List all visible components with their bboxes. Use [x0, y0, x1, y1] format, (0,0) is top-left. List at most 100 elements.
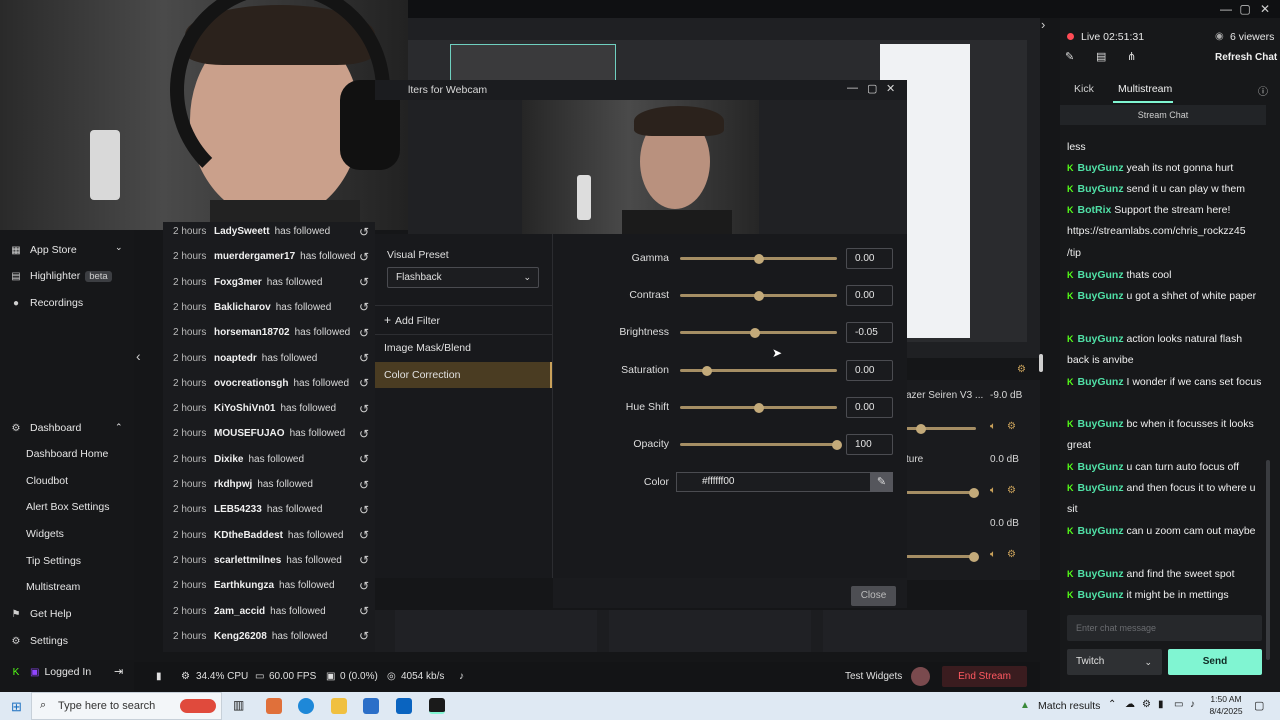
chat-username[interactable]: BuyGunz — [1078, 376, 1124, 388]
chat-username[interactable]: BuyGunz — [1078, 290, 1124, 302]
param-slider[interactable] — [680, 327, 837, 338]
dialog-maximize-button[interactable]: ▢ — [867, 82, 877, 95]
dialog-minimize-button[interactable]: — — [847, 82, 858, 94]
param-slider[interactable] — [680, 439, 842, 450]
slider-thumb[interactable] — [968, 487, 979, 498]
tab-multistream[interactable]: Multistream — [1118, 83, 1172, 95]
chat-username[interactable]: BuyGunz — [1078, 418, 1124, 430]
minimize-button[interactable]: — — [1217, 1, 1235, 17]
expand-chevron-icon[interactable]: › — [1041, 17, 1045, 32]
repeat-alert-icon[interactable]: ↺ — [359, 275, 369, 289]
param-slider[interactable] — [680, 402, 837, 413]
repeat-alert-icon[interactable]: ↺ — [359, 326, 369, 340]
repeat-alert-icon[interactable]: ↺ — [359, 376, 369, 390]
taskbar-search[interactable]: ⌕ Type here to search — [31, 692, 222, 720]
param-slider[interactable] — [680, 253, 837, 264]
clock-time[interactable]: 1:50 AM — [1209, 694, 1243, 704]
chat-username[interactable]: BuyGunz — [1078, 269, 1124, 281]
maximize-button[interactable]: ▢ — [1236, 1, 1254, 17]
close-window-button[interactable]: ✕ — [1256, 1, 1274, 17]
share-icon[interactable]: ⋔ — [1127, 50, 1136, 63]
speaker-icon[interactable]: 🔈︎ — [990, 549, 996, 560]
sidebar-sub-widgets[interactable]: Widgets — [26, 523, 64, 545]
notification-bell-icon[interactable]: ♪ — [459, 671, 464, 682]
send-button[interactable]: Send — [1168, 649, 1262, 675]
edit-icon[interactable]: ✎ — [1065, 50, 1074, 63]
mixer-track-settings-icon[interactable]: ⚙ — [1007, 549, 1016, 560]
repeat-alert-icon[interactable]: ↺ — [359, 503, 369, 517]
sidebar-item-logged-in[interactable]: K ▣ Logged In ⇥ — [0, 660, 134, 684]
slider-thumb[interactable] — [753, 402, 764, 413]
sidebar-item-recordings[interactable]: ● Recordings — [0, 291, 134, 315]
mixer-volume-slider[interactable] — [906, 551, 979, 562]
chat-input[interactable]: Enter chat message — [1067, 615, 1262, 641]
platform-select[interactable]: Twitch ⌄ — [1067, 649, 1162, 675]
chat-username[interactable]: BuyGunz — [1078, 183, 1124, 195]
chat-username[interactable]: BuyGunz — [1078, 589, 1124, 601]
sidebar-sub-cloudbot[interactable]: Cloudbot — [26, 470, 68, 492]
tab-kick[interactable]: Kick — [1074, 83, 1094, 95]
sidebar-item-app-store[interactable]: ▦ App Store ⌄ — [0, 238, 134, 262]
outlook-icon[interactable] — [396, 698, 412, 714]
repeat-alert-icon[interactable]: ↺ — [359, 629, 369, 643]
param-slider[interactable] — [680, 365, 837, 376]
slider-thumb[interactable] — [753, 290, 764, 301]
speaker-icon[interactable]: 🔈︎ — [990, 421, 996, 432]
tray-icon-2[interactable]: ⚙ — [1142, 699, 1151, 710]
end-stream-button[interactable]: End Stream — [942, 666, 1027, 687]
file-explorer-icon[interactable] — [331, 698, 347, 714]
filter-item-color-correction[interactable]: Color Correction — [375, 362, 552, 388]
streamlabs-taskbar-icon[interactable] — [429, 698, 445, 714]
repeat-alert-icon[interactable]: ↺ — [359, 250, 369, 264]
visual-preset-select[interactable]: Flashback ⌄ — [387, 267, 539, 288]
slider-thumb[interactable] — [701, 365, 712, 376]
repeat-alert-icon[interactable]: ↺ — [359, 225, 369, 239]
tray-icon-3[interactable]: ▮ — [1158, 699, 1164, 710]
test-widgets-button[interactable]: Test Widgets — [845, 671, 902, 682]
repeat-alert-icon[interactable]: ↺ — [359, 528, 369, 542]
mixer-track-settings-icon[interactable]: ⚙ — [1007, 485, 1016, 496]
sidebar-item-dashboard[interactable]: ⚙ Dashboard ⌃ — [0, 416, 134, 440]
repeat-alert-icon[interactable]: ↺ — [359, 579, 369, 593]
volume-icon[interactable]: ♪ — [1190, 699, 1195, 710]
chat-scrollbar[interactable] — [1266, 460, 1270, 660]
repeat-alert-icon[interactable]: ↺ — [359, 427, 369, 441]
slider-thumb[interactable] — [916, 423, 927, 434]
repeat-alert-icon[interactable]: ↺ — [359, 478, 369, 492]
param-value-input[interactable]: 0.00 — [846, 360, 893, 381]
info-icon[interactable]: ⓘ — [1258, 83, 1268, 98]
mixer-settings-icon[interactable]: ⚙ — [1017, 364, 1026, 375]
chat-username[interactable]: BuyGunz — [1078, 568, 1124, 580]
sidebar-sub-dashboard-home[interactable]: Dashboard Home — [26, 443, 108, 465]
param-value-input[interactable]: -0.05 — [846, 322, 893, 343]
chat-username[interactable]: BuyGunz — [1078, 482, 1124, 494]
mixer-volume-slider[interactable] — [906, 487, 979, 498]
param-slider[interactable] — [680, 290, 837, 301]
eyedropper-icon[interactable]: ✎ — [870, 472, 893, 492]
slider-thumb[interactable] — [832, 439, 842, 450]
sidebar-sub-tip-settings[interactable]: Tip Settings — [26, 550, 81, 572]
match-results[interactable]: Match results — [1038, 700, 1100, 712]
stats-chart-icon[interactable]: ▮ — [156, 671, 162, 682]
preview-webcam-source[interactable] — [450, 44, 616, 82]
refresh-chat-button[interactable]: Refresh Chat — [1215, 52, 1277, 63]
chat-username[interactable]: BuyGunz — [1078, 525, 1124, 537]
sidebar-item-get-help[interactable]: ⚑ Get Help — [0, 602, 134, 626]
panel-resize-handle[interactable] — [1039, 354, 1043, 372]
record-toggle-button[interactable] — [911, 667, 930, 686]
store-icon[interactable] — [363, 698, 379, 714]
repeat-alert-icon[interactable]: ↺ — [359, 452, 369, 466]
speaker-icon[interactable]: 🔈︎ — [990, 485, 996, 496]
slider-thumb[interactable] — [749, 327, 760, 338]
filter-item-image-mask[interactable]: Image Mask/Blend — [384, 342, 471, 354]
tray-icon-1[interactable]: ☁ — [1125, 699, 1135, 710]
collapse-sidebar-icon[interactable]: ‹ — [136, 348, 141, 364]
mixer-track-settings-icon[interactable]: ⚙ — [1007, 421, 1016, 432]
close-button[interactable]: Close — [851, 586, 896, 606]
sidebar-item-highlighter[interactable]: ▤ Highlighter beta — [0, 264, 134, 288]
param-value-input[interactable]: 0.00 — [846, 285, 893, 306]
notifications-icon[interactable]: ▢ — [1254, 699, 1264, 712]
dialog-close-button[interactable]: ✕ — [886, 82, 895, 95]
repeat-alert-icon[interactable]: ↺ — [359, 604, 369, 618]
chat-username[interactable]: BuyGunz — [1078, 333, 1124, 345]
